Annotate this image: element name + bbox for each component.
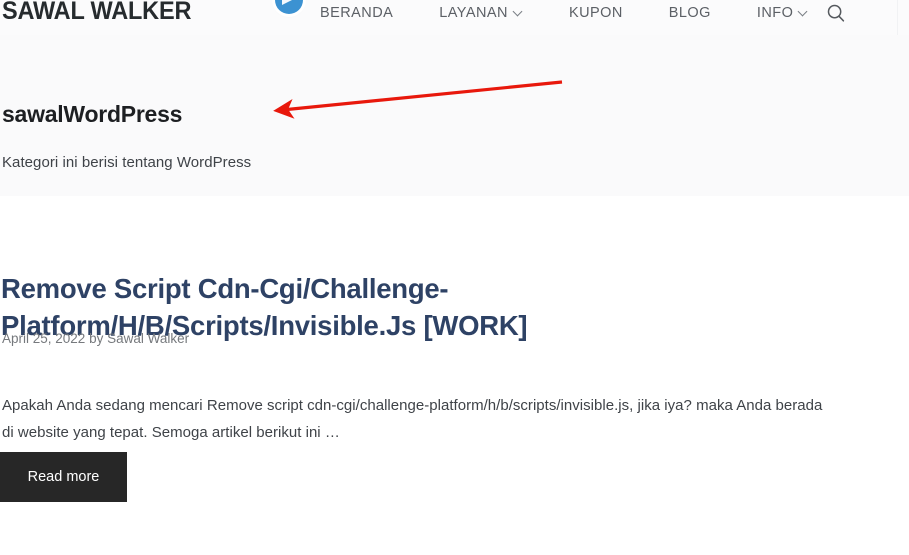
chevron-down-icon: [514, 7, 523, 16]
category-hero: sawalWordPress Kategori ini berisi tenta…: [0, 35, 909, 196]
nav-item-blog[interactable]: BLOG: [669, 3, 711, 23]
blue-circle-play-logo-icon[interactable]: [275, 0, 303, 14]
post-byline-connector: by: [85, 331, 108, 346]
post-excerpt: Apakah Anda sedang mencari Remove script…: [2, 397, 823, 441]
nav-item-label: LAYANAN: [439, 5, 508, 21]
nav-item-beranda[interactable]: BERANDA: [320, 3, 393, 23]
nav-item-layanan[interactable]: LAYANAN: [439, 3, 523, 23]
search-icon[interactable]: [826, 3, 846, 23]
post-meta: April 25, 2022 by Sawal Walker: [2, 329, 189, 349]
page-title: sawalWordPress: [2, 101, 183, 128]
site-brand[interactable]: SAWAL WALKER: [2, 0, 191, 25]
nav-item-label: BLOG: [668, 5, 711, 21]
nav-item-label: KUPON: [568, 5, 623, 21]
nav-item-label: INFO: [756, 5, 794, 21]
page-root: SAWAL WALKER BERANDA LAYANAN KUPON BLOG …: [0, 0, 909, 555]
chevron-down-icon: [799, 7, 808, 16]
nav-item-info[interactable]: INFO: [757, 3, 808, 23]
category-description: Kategori ini berisi tentang WordPress: [2, 154, 252, 171]
nav-item-kupon[interactable]: KUPON: [569, 3, 623, 23]
post-author[interactable]: Sawal Walker: [107, 331, 189, 346]
read-more-button[interactable]: Read more: [0, 452, 127, 502]
post-date: April 25, 2022: [2, 331, 86, 346]
main-navigation: BERANDA LAYANAN KUPON BLOG INFO: [320, 3, 808, 23]
nav-item-label: BERANDA: [320, 5, 394, 21]
site-header: SAWAL WALKER BERANDA LAYANAN KUPON BLOG …: [0, 0, 909, 35]
